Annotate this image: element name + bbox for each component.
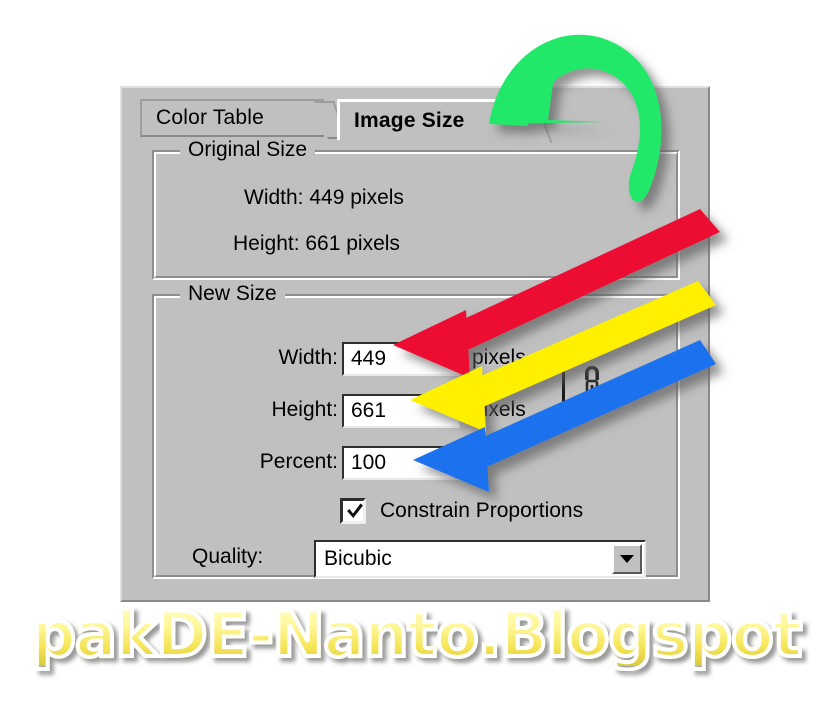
height-unit-label: pixels [472,398,526,421]
image-size-dialog: Color Table Image Size Original Size Wid… [120,86,710,602]
width-label: Width: [278,346,338,369]
row-constrain-proportions[interactable]: Constrain Proportions [340,498,583,524]
tab-image-size[interactable]: Image Size [337,99,553,143]
quality-dropdown-button[interactable] [612,544,642,574]
constrain-proportions-checkbox[interactable] [340,498,366,524]
tab-color-table-label: Color Table [156,106,265,129]
tab-strip: Color Table Image Size [140,99,680,143]
quality-select[interactable]: Bicubic [314,540,646,578]
tab-image-size-label: Image Size [354,109,465,132]
tab-color-table[interactable]: Color Table [140,99,348,139]
watermark-text: pakDE-Nanto.Blogspot [30,598,805,671]
constrain-proportions-label: Constrain Proportions [380,499,584,522]
original-width-readout: Width: 449 pixels [244,186,404,209]
group-new-size-legend: New Size [180,282,285,306]
bracket-vertical-line [562,346,565,424]
bracket-tick-top [562,346,576,349]
dialog-body: Color Table Image Size Original Size Wid… [122,88,708,600]
row-percent: Percent: 100 [154,446,678,480]
group-new-size: New Size Width: 449 pixels Height: 661 p… [152,282,680,579]
width-unit-label: pixels [472,346,526,369]
watermark: pakDE-Nanto.Blogspot [0,598,833,671]
height-input[interactable]: 661 [342,394,460,428]
checkmark-icon [347,503,363,518]
group-original-size-bevel [154,152,678,278]
tab-image-size-edge [517,102,553,143]
original-height-readout: Height: 661 pixels [233,232,400,255]
chain-link-icon [585,366,599,398]
percent-label: Percent: [259,450,338,473]
group-new-size-bevel [154,296,678,577]
quality-selected-value: Bicubic [324,547,392,570]
bracket-tick-bottom [562,421,576,424]
height-label: Height: [271,398,338,421]
chevron-down-icon [620,555,634,563]
group-original-size: Original Size Width: 449 pixels Height: … [152,138,680,280]
group-original-size-legend: Original Size [180,138,316,162]
percent-input[interactable]: 100 [342,446,460,480]
constrain-link-bracket [562,346,608,424]
row-quality: Quality: Bicubic [154,540,678,578]
width-input[interactable]: 449 [342,342,460,376]
quality-label: Quality: [192,545,264,568]
